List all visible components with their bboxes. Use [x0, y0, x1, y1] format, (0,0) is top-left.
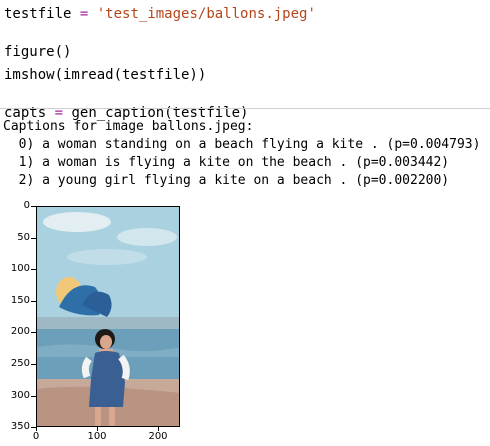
y-tick: [31, 269, 36, 271]
y-tick: [31, 237, 36, 239]
assign-operator: =: [79, 6, 89, 22]
captions-header: Captions for image ballons.jpeg:: [3, 119, 254, 134]
y-tick-label: 300: [10, 389, 30, 401]
caption-line: 2) a young girl flying a kite on a beach…: [3, 173, 450, 188]
y-tick: [31, 206, 36, 207]
y-tick-label: 200: [10, 326, 30, 338]
output-cell: Captions for image ballons.jpeg: 0) a wo…: [3, 118, 490, 190]
y-tick-label: 100: [10, 263, 30, 275]
y-tick: [31, 364, 36, 365]
code-line-figure: figure(): [4, 44, 72, 60]
caption-line: 0) a woman standing on a beach flying a …: [3, 137, 481, 152]
photo-image: [37, 207, 179, 426]
x-tick-label: 100: [87, 431, 107, 442]
y-tick-label: 250: [10, 358, 30, 369]
code-line-testfile: testfile = 'test_images/ballons.jpeg': [4, 3, 490, 26]
string-literal-path: 'test_images/ballons.jpeg': [96, 6, 316, 22]
caption-line: 1) a woman is flying a kite on the beach…: [3, 155, 450, 170]
image-axes: [36, 206, 180, 427]
y-tick: [31, 332, 36, 334]
code-cell[interactable]: testfile = 'test_images/ballons.jpeg' fi…: [4, 0, 490, 125]
x-tick-label: 0: [32, 431, 40, 442]
y-tick: [31, 395, 36, 397]
cell-divider: [0, 108, 490, 109]
y-tick-label: 0: [23, 200, 30, 211]
y-tick: [31, 300, 36, 302]
image-plot: 0 50 100 150 200 250 300 350 0 100 200: [0, 200, 200, 446]
code-line-imshow: imshow(imread(testfile)): [4, 67, 207, 83]
x-tick-label: 200: [148, 431, 168, 442]
variable-testfile: testfile: [4, 6, 72, 22]
y-tick-label: 150: [10, 294, 30, 306]
y-tick-label: 50: [17, 231, 30, 243]
